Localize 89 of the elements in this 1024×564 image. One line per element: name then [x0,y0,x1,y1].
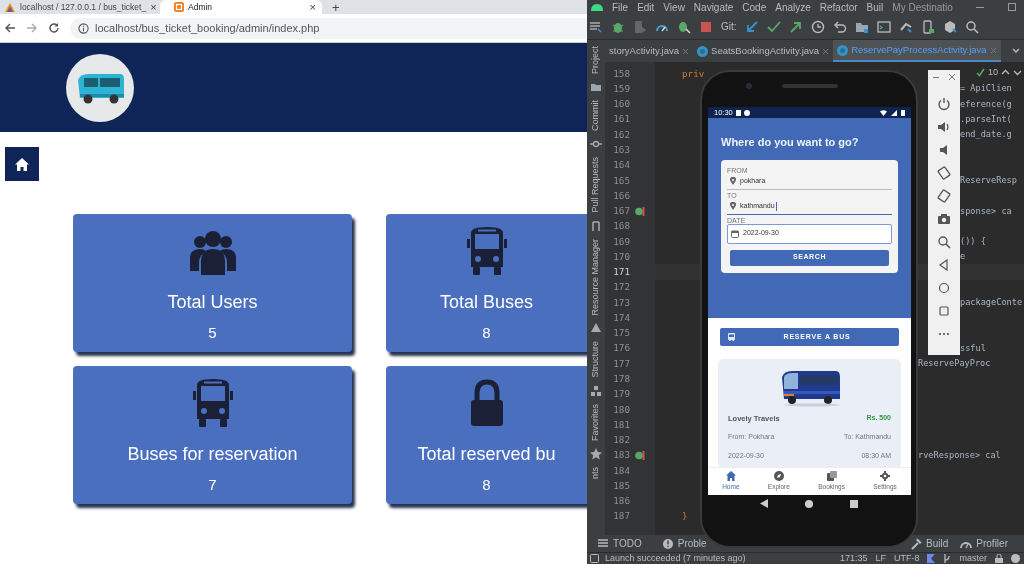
browser-tab[interactable]: Admin × [160,0,322,14]
code-text: sponse> ca [960,204,1012,218]
tool-window-tab[interactable]: Structure [589,341,603,378]
line-number: 175 [612,326,631,341]
tool-window-tab[interactable]: nts [589,466,603,479]
line-number: 176 [612,341,631,356]
line-separator[interactable]: LF [875,551,886,564]
stat-label: Total Users [167,291,258,314]
menu-item[interactable]: Refactor [819,0,858,15]
git-branch[interactable]: master [959,551,987,564]
line-number: 162 [612,127,631,142]
stat-value: 5 [208,323,217,343]
code-text: e [960,250,966,264]
stat-value: 8 [482,475,491,495]
close-button[interactable]: × [309,1,316,13]
line-number: 161 [612,112,631,127]
inspection-count: 10 [988,66,998,79]
code-text: priv [682,67,705,79]
editor-tab[interactable]: ReservePayProcessActivity.java [833,40,1001,62]
new-tab-button[interactable]: + [332,0,340,14]
tool-window-tab[interactable]: Profiler [976,536,1008,551]
stat-label: Total reserved bu [417,443,556,466]
line-number: 160 [612,97,631,112]
line-number: 168 [612,219,631,234]
tool-window-tab[interactable]: Favorites [589,403,603,441]
line-number: 181 [612,417,631,432]
line-number: 183 [612,448,631,463]
line-number: 187 [612,509,631,524]
menu-item[interactable]: Navigate [693,0,734,15]
line-number: 173 [612,295,631,310]
tool-window-tab[interactable]: Build [926,536,949,551]
tool-window-tab[interactable]: Project [589,46,603,74]
tool-window-tab[interactable]: Commit [589,100,603,131]
menu-item[interactable]: Buil [866,0,884,15]
stat-value: 8 [482,323,491,343]
code-text: packageConte [960,296,1023,310]
line-number: 179 [612,387,631,402]
tool-window-tab[interactable]: Proble [677,536,707,551]
line-number: 185 [612,478,631,493]
menu-item[interactable]: Code [742,0,767,15]
cursor-position[interactable]: 171:35 [839,551,868,564]
tool-window-tab[interactable]: Pull Requests [589,157,603,213]
line-number: 169 [612,234,631,249]
code-text: .parseInt( [960,113,1012,126]
line-number: 172 [612,280,631,295]
line-number: 170 [612,249,631,264]
code-text: = ApiClien [960,82,1012,96]
stat-value: 7 [208,475,217,495]
tool-window-tab[interactable]: TODO [613,536,642,551]
code-text: rveResponse> cal [918,448,1001,462]
line-number: 159 [612,81,631,96]
menu-item[interactable]: View [663,0,685,15]
line-number: 167 [612,204,631,218]
code-text: ()) { [960,235,986,248]
status-message: Launch succeeded (7 minutes ago) [605,551,746,564]
menu-item[interactable]: File [612,0,629,15]
code-text: } [682,510,688,522]
browser-tab[interactable]: localhost / 127.0.0.1 / bus_ticket_ × [0,0,160,14]
address-field[interactable]: localhost/bus_ticket_booking/admin/index.php [70,17,587,39]
project-title: My Destinatio [892,0,953,15]
code-text: ReserveResp [960,174,1017,187]
line-number: 177 [612,356,631,371]
line-number: 182 [612,433,631,447]
line-number: 184 [612,463,631,478]
code-text: eference(g [960,97,1012,111]
file-encoding[interactable]: UTF-8 [894,551,920,564]
close-button[interactable]: × [150,1,157,13]
line-number: 180 [612,402,631,417]
stat-label: Buses for reservation [127,443,298,466]
line-number: 186 [612,494,631,509]
line-number: 158 [612,66,631,81]
screen-heading: Where do you want to go? [721,135,860,150]
line-number: 171 [612,265,631,280]
code-text: end_date.g [960,128,1012,142]
menu-item[interactable]: Edit [637,0,655,15]
git-label: Git: [721,20,737,34]
line-number: 178 [612,371,631,386]
editor-tab[interactable]: SeatsBookingActivity.java [693,40,834,62]
line-number: 166 [612,188,631,203]
line-number: 164 [612,158,631,173]
tool-window-tab[interactable]: Resource Manager [589,238,603,316]
line-number: 174 [612,310,631,325]
line-number: 163 [612,143,631,157]
code-text: ReservePayProc [918,357,991,371]
stat-label: Total Buses [439,291,534,314]
code-text: ssful [960,341,986,355]
editor-tab[interactable]: storyActivity.java [605,40,694,62]
menu-item[interactable]: Analyze [775,0,811,15]
line-number: 165 [612,173,631,188]
